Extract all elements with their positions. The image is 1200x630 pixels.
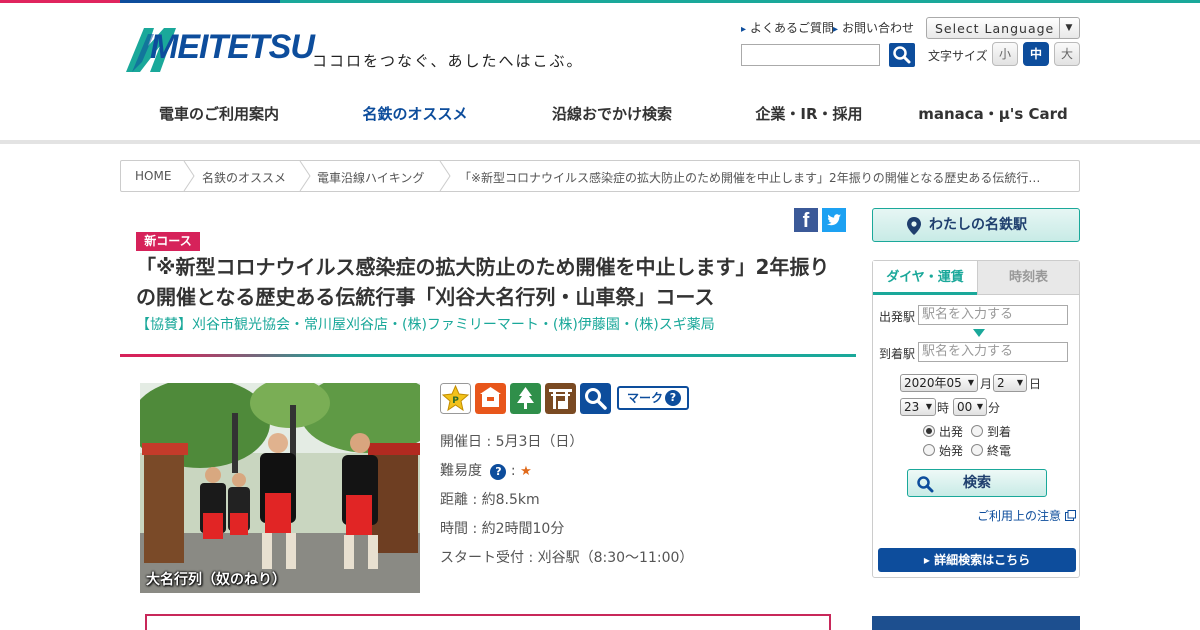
detailed-search-label: 詳細検索はこちら xyxy=(934,553,1031,567)
month-unit: 月 xyxy=(980,377,993,391)
distance: 距離 : 約8.5km xyxy=(440,492,540,508)
breadcrumb-separator xyxy=(299,161,311,191)
arrival-label: 到着駅 xyxy=(879,347,916,361)
font-size-medium-button[interactable]: 中 xyxy=(1023,42,1049,66)
shrine-icon xyxy=(545,383,576,414)
nav-train-guide[interactable]: 電車のご利用案内 xyxy=(120,92,318,144)
font-size-large-button[interactable]: 大 xyxy=(1054,42,1080,66)
font-size-label: 文字サイズ xyxy=(928,49,988,63)
festival-procession-image xyxy=(140,383,420,593)
minute-select[interactable]: 00 xyxy=(953,398,987,416)
top-accent-line xyxy=(0,0,1200,3)
detailed-search-button[interactable]: ▸ 詳細検索はこちら xyxy=(878,548,1076,572)
mark-legend-button[interactable]: マーク ? xyxy=(617,386,689,410)
mark-legend-label: マーク xyxy=(627,391,664,405)
my-station-button[interactable]: わたしの名鉄駅 xyxy=(872,208,1080,242)
title-divider xyxy=(120,354,856,357)
photo-caption: 大名行列（奴のねり） xyxy=(146,572,286,588)
route-search-widget: ダイヤ・運賃 時刻表 出発駅 駅名を入力する 到着駅 駅名を入力する 2020年… xyxy=(872,260,1080,578)
language-select[interactable]: Select Language ▼ xyxy=(926,17,1080,39)
route-search-label: 検索 xyxy=(963,475,991,491)
hour-unit: 時 xyxy=(937,401,950,415)
chevron-down-icon: ▼ xyxy=(1059,18,1079,38)
tab-timetable[interactable]: 時刻表 xyxy=(977,261,1079,295)
chevron-right-icon: ▸ xyxy=(923,553,935,567)
usage-notes-label: ご利用上の注意 xyxy=(977,509,1062,523)
duration: 時間 : 約2時間10分 xyxy=(440,521,565,537)
departure-label: 出発駅 xyxy=(879,310,916,324)
language-select-label: Select Language xyxy=(935,21,1055,36)
day-unit: 日 xyxy=(1029,377,1042,391)
svg-text:P: P xyxy=(452,396,459,406)
difficulty-help-icon[interactable]: ? xyxy=(490,464,507,480)
logo-wordmark: MEITETSU xyxy=(150,28,315,66)
year-month-select[interactable]: 2020年05 xyxy=(900,374,978,392)
search-icon xyxy=(893,46,911,64)
twitter-share-icon[interactable] xyxy=(822,208,846,232)
sidebar-banner xyxy=(872,616,1080,630)
breadcrumb-recommend[interactable]: 名鉄のオススメ xyxy=(202,169,286,186)
event-date: 開催日 : 5月3日（日） xyxy=(440,434,584,450)
sightseeing-icon xyxy=(580,383,611,414)
usage-notes-link[interactable]: ご利用上の注意 xyxy=(977,507,1076,524)
breadcrumb-home[interactable]: HOME xyxy=(135,169,171,183)
search-icon xyxy=(917,476,934,493)
font-size-small-button[interactable]: 小 xyxy=(992,42,1018,66)
nav-corporate[interactable]: 企業・IR・採用 xyxy=(716,92,902,144)
tab-timetable-fare[interactable]: ダイヤ・運賃 xyxy=(873,261,977,295)
contact-link[interactable]: お問い合わせ xyxy=(833,19,914,36)
breadcrumb-hiking[interactable]: 電車沿線ハイキング xyxy=(317,169,424,186)
new-course-badge: 新コース xyxy=(136,232,200,251)
facebook-share-icon[interactable]: f xyxy=(794,208,818,232)
difficulty-label: 難易度 xyxy=(440,463,482,479)
difficulty-row: 難易度 ? : ★ xyxy=(440,460,532,480)
route-search-button[interactable]: 検索 xyxy=(907,469,1047,497)
swap-arrow-icon xyxy=(973,329,985,337)
nav-outing-search[interactable]: 沿線おでかけ検索 xyxy=(512,92,712,144)
breadcrumb-separator xyxy=(183,161,195,191)
faq-link[interactable]: よくあるご質問 xyxy=(741,19,834,36)
course-photo: 大名行列（奴のねり） xyxy=(140,383,420,593)
page-title: 「※新型コロナウイルス感染症の拡大防止のため開催を中止します」2年振りの開催とな… xyxy=(136,255,830,309)
site-search-input[interactable] xyxy=(741,44,880,66)
radio-departure[interactable]: 出発 xyxy=(923,423,963,440)
external-link-icon xyxy=(1064,510,1076,521)
restaurant-icon xyxy=(475,383,506,414)
minute-unit: 分 xyxy=(988,401,1001,415)
global-nav: 電車のご利用案内 名鉄のオススメ 沿線おでかけ検索 企業・IR・採用 manac… xyxy=(120,92,1080,144)
parking-icon: P xyxy=(440,383,471,414)
difficulty-colon: : xyxy=(510,463,521,479)
sponsor-text: 【協賛】刈谷市観光協会・常川屋刈谷店・(株)ファミリーマート・(株)伊藤園・(株… xyxy=(136,317,715,333)
tagline: ココロをつなぐ、あしたへはこぶ。 xyxy=(312,52,584,70)
map-pin-icon xyxy=(907,217,921,235)
difficulty-stars: ★ xyxy=(520,464,532,479)
site-search-button[interactable] xyxy=(889,43,915,67)
nav-divider xyxy=(0,140,1200,144)
breadcrumb: HOME 名鉄のオススメ 電車沿線ハイキング 「※新型コロナウイルス感染症の拡大… xyxy=(120,160,1080,192)
breadcrumb-current: 「※新型コロナウイルス感染症の拡大防止のため開催を中止します」2年振りの開催とな… xyxy=(459,171,1041,185)
start-reception: スタート受付 : 刈谷駅（8:30～11:00） xyxy=(440,550,694,566)
breadcrumb-separator xyxy=(439,161,451,191)
radio-arrival[interactable]: 到着 xyxy=(971,423,1011,440)
my-station-label: わたしの名鉄駅 xyxy=(929,217,1027,233)
nature-icon xyxy=(510,383,541,414)
hour-select[interactable]: 23 xyxy=(900,398,936,416)
radio-first-train[interactable]: 始発 xyxy=(923,442,963,459)
twitter-bird-icon xyxy=(827,214,841,226)
radio-last-train[interactable]: 終電 xyxy=(971,442,1011,459)
departure-station-input[interactable]: 駅名を入力する xyxy=(918,305,1068,325)
course-detail-box xyxy=(145,614,831,630)
nav-manaca[interactable]: manaca・μ's Card xyxy=(906,92,1080,144)
nav-recommend[interactable]: 名鉄のオススメ xyxy=(322,92,508,144)
day-select[interactable]: 2 xyxy=(993,374,1027,392)
help-icon: ? xyxy=(665,390,681,406)
arrival-station-input[interactable]: 駅名を入力する xyxy=(918,342,1068,362)
